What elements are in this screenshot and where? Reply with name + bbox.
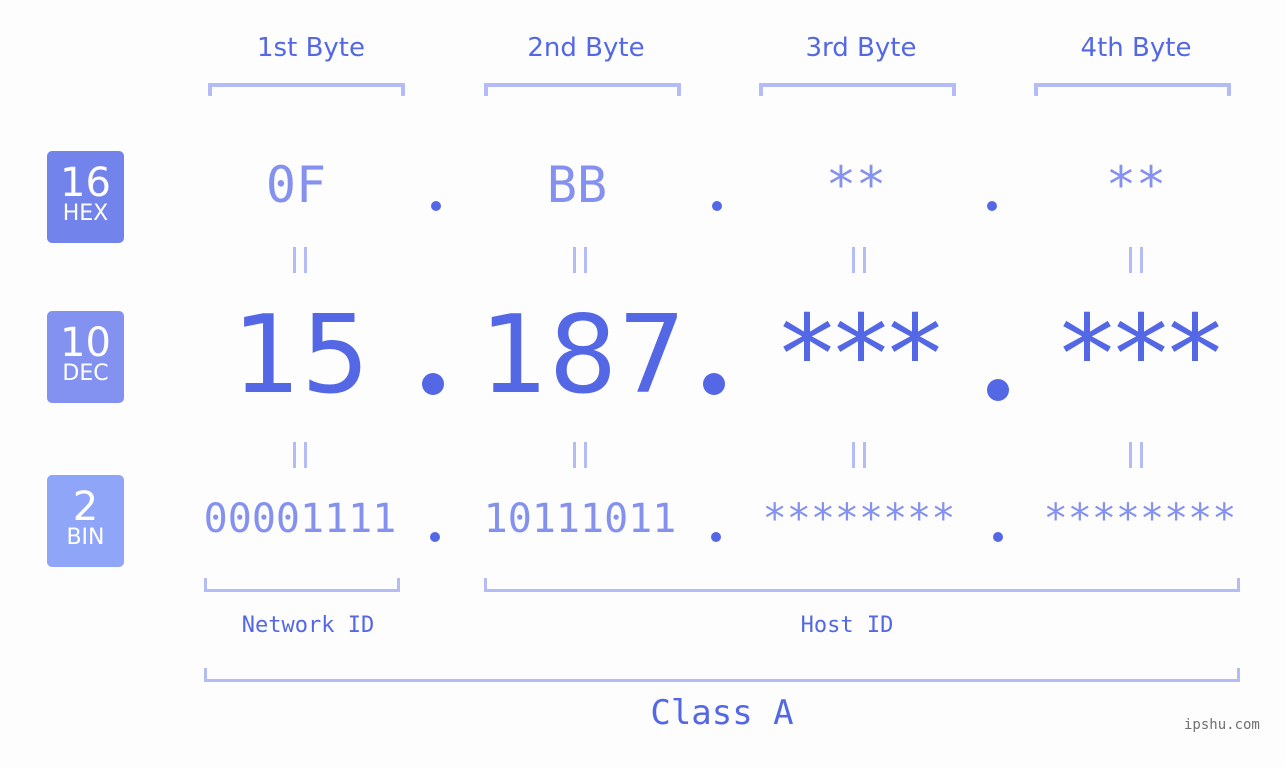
hex-badge-label: HEX bbox=[62, 201, 109, 226]
equals-icon bbox=[293, 442, 307, 468]
host-bracket bbox=[484, 578, 1240, 592]
bin-badge-number: 2 bbox=[72, 484, 99, 530]
dec-dot-2 bbox=[703, 373, 725, 395]
byte-bracket-4 bbox=[1034, 83, 1231, 96]
hex-dot-1 bbox=[431, 201, 441, 211]
bin-value-3: ******** bbox=[762, 496, 956, 542]
hex-badge-number: 16 bbox=[60, 160, 111, 206]
equals-icon bbox=[852, 247, 866, 273]
dec-badge: 10 DEC bbox=[47, 311, 124, 403]
dec-badge-label: DEC bbox=[62, 361, 109, 386]
hex-value-3: ** bbox=[825, 156, 887, 214]
bin-dot-3 bbox=[993, 532, 1003, 542]
bin-badge-label: BIN bbox=[66, 525, 105, 550]
bin-value-4: ******** bbox=[1043, 496, 1237, 542]
hex-badge: 16 HEX bbox=[47, 151, 124, 243]
dec-badge-number: 10 bbox=[60, 320, 111, 366]
equals-icon bbox=[573, 442, 587, 468]
hex-dot-2 bbox=[712, 201, 722, 211]
dec-value-4: *** bbox=[1060, 293, 1222, 418]
dec-value-2: 187 bbox=[479, 293, 687, 418]
host-id-label: Host ID bbox=[800, 613, 894, 638]
class-bracket bbox=[204, 668, 1240, 682]
network-id-label: Network ID bbox=[241, 613, 375, 638]
byte-label-4: 4th Byte bbox=[1080, 33, 1192, 63]
equals-icon bbox=[293, 247, 307, 273]
equals-icon bbox=[573, 247, 587, 273]
equals-icon bbox=[1129, 442, 1143, 468]
byte-bracket-2 bbox=[484, 83, 681, 96]
hex-value-4: ** bbox=[1105, 156, 1167, 214]
equals-icon bbox=[1129, 247, 1143, 273]
byte-label-1: 1st Byte bbox=[257, 33, 365, 63]
dec-dot-1 bbox=[422, 373, 444, 395]
bin-dot-1 bbox=[430, 532, 440, 542]
hex-value-1: 0F bbox=[265, 156, 327, 214]
dec-dot-3 bbox=[987, 379, 1009, 401]
byte-bracket-1 bbox=[208, 83, 405, 96]
byte-label-2: 2nd Byte bbox=[527, 33, 645, 63]
bin-badge: 2 BIN bbox=[47, 475, 124, 567]
hex-value-2: BB bbox=[546, 156, 608, 214]
byte-bracket-3 bbox=[759, 83, 956, 96]
dec-value-3: *** bbox=[780, 293, 942, 418]
class-label: Class A bbox=[650, 693, 794, 733]
network-bracket bbox=[204, 578, 400, 592]
bin-value-1: 00001111 bbox=[203, 496, 397, 542]
dec-value-1: 15 bbox=[232, 293, 370, 418]
bin-value-2: 10111011 bbox=[483, 496, 677, 542]
watermark: ipshu.com bbox=[1184, 717, 1260, 733]
byte-label-3: 3rd Byte bbox=[805, 33, 917, 63]
bin-dot-2 bbox=[711, 532, 721, 542]
hex-dot-3 bbox=[987, 201, 997, 211]
equals-icon bbox=[852, 442, 866, 468]
